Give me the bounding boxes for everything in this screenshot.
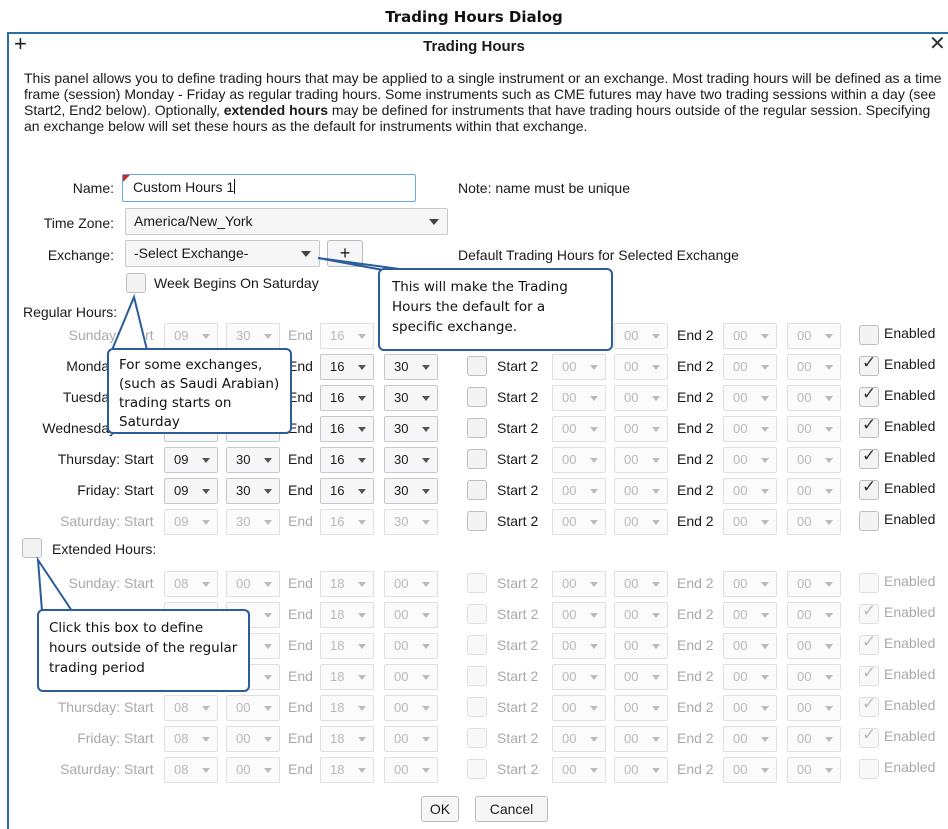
extended-callout: Click this box to define hours outside o…: [37, 609, 250, 692]
extended-callout-tail: [36, 556, 74, 612]
saturday-callout: For some exchanges, (such as Saudi Arabi…: [107, 348, 292, 434]
exchange-callout: This will make the Trading Hours the def…: [378, 268, 613, 351]
saturday-callout-tail: [110, 293, 149, 351]
